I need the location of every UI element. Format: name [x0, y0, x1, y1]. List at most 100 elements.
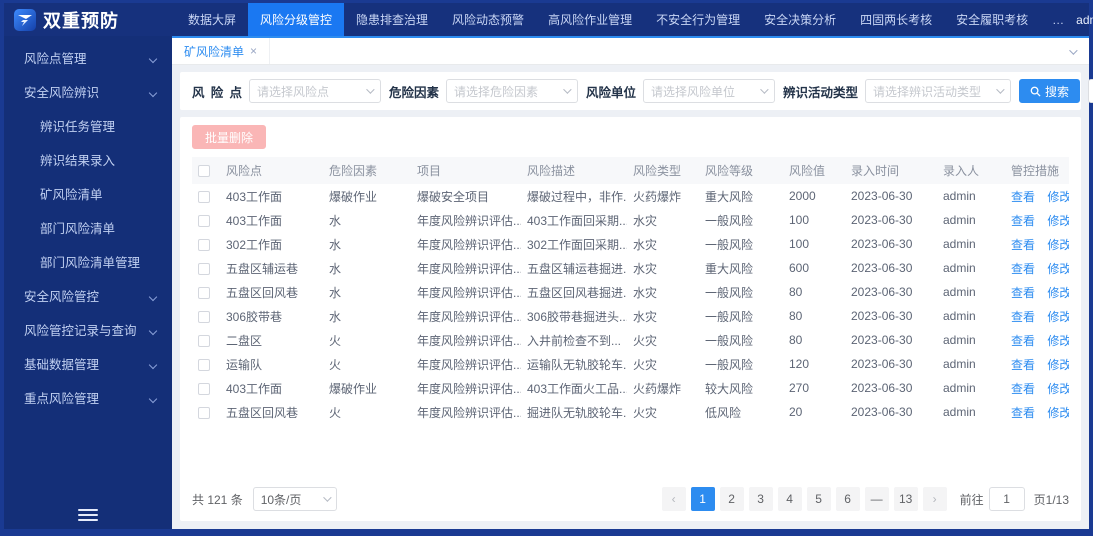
filter-select[interactable]: 请选择危险因素 [446, 79, 578, 103]
cell-hazard-factor: 水 [329, 213, 342, 228]
sidebar-item[interactable]: 风险管控记录与查询 [4, 314, 172, 348]
filter-label: 风 险 点 [192, 85, 242, 100]
filter-label: 危险因素 [389, 85, 440, 100]
batch-delete-button[interactable]: 批量删除 [192, 125, 267, 149]
tab-close-icon[interactable]: × [250, 44, 257, 58]
page-button[interactable]: 13 [893, 487, 918, 511]
sidebar-item[interactable]: 风险点管理 [4, 42, 172, 76]
edit-link[interactable]: 修改 [1047, 286, 1069, 300]
edit-link[interactable]: 修改 [1047, 406, 1069, 420]
page-button[interactable]: 1 [690, 487, 715, 511]
filter-bar: 风 险 点 请选择风险点 危险因素 请选择危险因素 风险单位 请选择风险单位 辨… [180, 72, 1093, 110]
page-button[interactable]: › [922, 487, 947, 511]
top-nav-item[interactable]: 安全履职考核 [944, 3, 1040, 36]
edit-link[interactable]: 修改 [1047, 358, 1069, 372]
filter-select[interactable]: 请选择风险点 [249, 79, 381, 103]
page-size-select[interactable]: 10条/页 [252, 487, 337, 511]
row-checkbox[interactable] [198, 286, 210, 299]
top-nav-item[interactable]: 风险分级管控 [248, 3, 345, 36]
view-link[interactable]: 查看 [1011, 358, 1035, 372]
sidebar-item[interactable]: 部门风险清单 [4, 212, 172, 246]
table-row: 二盘区 火 年度风险辨识评估... 入井前检查不到... 火灾 一般风险 80 … [192, 328, 1069, 352]
chevron-down-icon [996, 85, 1005, 94]
cell-entry-user: admin [943, 261, 976, 275]
sidebar-item[interactable]: 辨识结果录入 [4, 144, 172, 178]
edit-link[interactable]: 修改 [1047, 310, 1069, 324]
cell-risk-level: 一般风险 [705, 213, 754, 228]
select-all-checkbox[interactable] [198, 165, 210, 178]
sidebar-item[interactable]: 安全风险管控 [4, 280, 172, 314]
tab-mine-risk-list[interactable]: 矿风险清单 × [172, 38, 271, 64]
cell-risk-desc: 运输队无轨胶轮车... [527, 357, 627, 372]
cell-risk-desc: 五盘区辅运巷掘进... [527, 261, 627, 276]
page-button[interactable]: 5 [806, 487, 831, 511]
view-link[interactable]: 查看 [1011, 262, 1035, 276]
cell-risk-type: 火药爆炸 [633, 381, 682, 396]
sidebar: 风险点管理 安全风险辨识 辨识任务管理 辨识结果录入 矿风险清单 部门风险清单 … [4, 36, 172, 529]
table-row: 403工作面 水 年度风险辨识评估... 403工作面回采期... 水灾 一般风… [192, 208, 1069, 232]
goto-page-input[interactable] [988, 487, 1025, 511]
view-link[interactable]: 查看 [1011, 214, 1035, 228]
cell-risk-desc: 403工作面火工品... [527, 381, 627, 396]
user-menu[interactable]: admin [1076, 13, 1093, 27]
view-link[interactable]: 查看 [1011, 238, 1035, 252]
page-button[interactable]: ‹ [661, 487, 686, 511]
cell-risk-type: 火灾 [633, 357, 658, 372]
top-nav-item[interactable]: 高风险作业管理 [536, 3, 644, 36]
page-button[interactable]: 6 [835, 487, 860, 511]
row-checkbox[interactable] [198, 262, 210, 275]
chevron-down-icon [563, 85, 572, 94]
cell-entry-time: 2023-06-30 [851, 309, 913, 323]
view-link[interactable]: 查看 [1011, 190, 1035, 204]
filter-select[interactable]: 请选择风险单位 [643, 79, 775, 103]
row-checkbox[interactable] [198, 382, 210, 395]
top-nav-item[interactable]: 风险动态预警 [440, 3, 536, 36]
chevron-down-icon [366, 85, 375, 94]
row-checkbox[interactable] [198, 358, 210, 371]
sidebar-item[interactable]: 辨识任务管理 [4, 110, 172, 144]
cell-entry-user: admin [943, 381, 976, 395]
top-nav-item[interactable]: … [1040, 3, 1076, 36]
sidebar-item[interactable]: 安全风险辨识 [4, 76, 172, 110]
page-indicator: 页1/13 [1033, 492, 1069, 507]
view-link[interactable]: 查看 [1011, 382, 1035, 396]
sidebar-collapse-button[interactable] [4, 509, 172, 521]
row-checkbox[interactable] [198, 310, 210, 323]
tab-options-chevron-icon[interactable] [1069, 42, 1089, 60]
edit-link[interactable]: 修改 [1047, 238, 1069, 252]
page-button[interactable]: 2 [719, 487, 744, 511]
sidebar-item[interactable]: 重点风险管理 [4, 382, 172, 416]
row-checkbox[interactable] [198, 190, 210, 203]
sidebar-item[interactable]: 部门风险清单管理 [4, 246, 172, 280]
top-nav-item[interactable]: 数据大屏 [176, 3, 248, 36]
page-button[interactable]: 4 [777, 487, 802, 511]
page-button[interactable]: — [864, 487, 889, 511]
top-nav-item[interactable]: 四固两长考核 [848, 3, 944, 36]
edit-link[interactable]: 修改 [1047, 214, 1069, 228]
tab-strip: 矿风险清单 × [172, 38, 1089, 65]
row-checkbox[interactable] [198, 406, 210, 419]
top-nav-item[interactable]: 安全决策分析 [752, 3, 848, 36]
filter-select[interactable]: 请选择辨识活动类型 [865, 79, 1012, 103]
view-link[interactable]: 查看 [1011, 406, 1035, 420]
app-window: 双重预防 数据大屏 风险分级管控 隐患排查治理 风险动态预警 高风险作业管理 不… [4, 3, 1093, 529]
edit-link[interactable]: 修改 [1047, 334, 1069, 348]
search-button[interactable]: 搜索 [1019, 79, 1081, 103]
sidebar-item[interactable]: 基础数据管理 [4, 348, 172, 382]
top-nav-item[interactable]: 不安全行为管理 [644, 3, 752, 36]
page-button[interactable]: 3 [748, 487, 773, 511]
edit-link[interactable]: 修改 [1047, 262, 1069, 276]
page-buttons: ‹ 1 2 3 4 5 6 — 13 › 前往 1 页1/13 [661, 487, 1069, 511]
row-checkbox[interactable] [198, 334, 210, 347]
view-link[interactable]: 查看 [1011, 334, 1035, 348]
edit-link[interactable]: 修改 [1047, 382, 1069, 396]
sidebar-item[interactable]: 矿风险清单 [4, 178, 172, 212]
row-checkbox[interactable] [198, 238, 210, 251]
view-link[interactable]: 查看 [1011, 310, 1035, 324]
edit-link[interactable]: 修改 [1047, 190, 1069, 204]
reset-button[interactable]: 重置 [1088, 79, 1093, 103]
view-link[interactable]: 查看 [1011, 286, 1035, 300]
top-nav-item[interactable]: 隐患排查治理 [344, 3, 440, 36]
row-checkbox[interactable] [198, 214, 210, 227]
brand: 双重预防 [4, 7, 176, 33]
